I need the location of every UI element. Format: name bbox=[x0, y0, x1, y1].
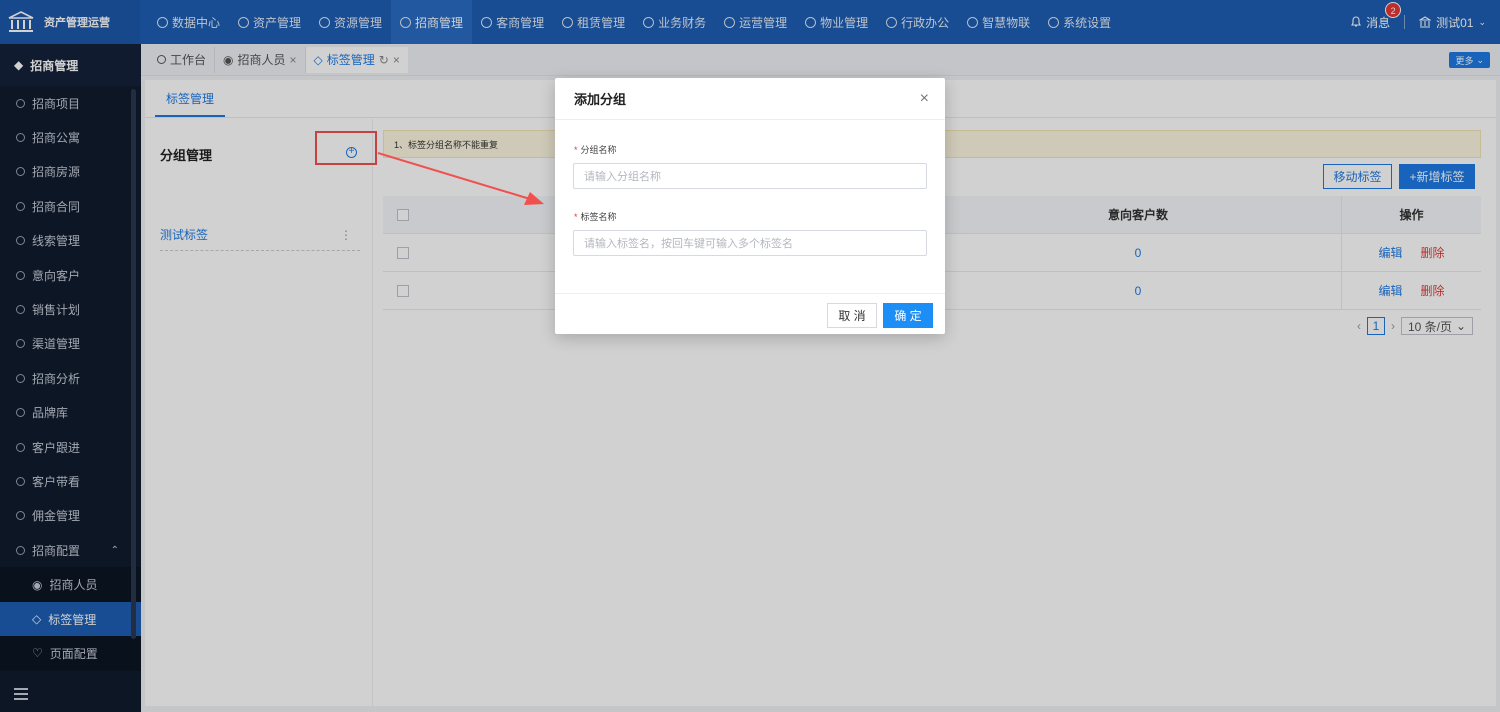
dialog-footer: 取 消 确 定 bbox=[555, 293, 945, 334]
tag-name-input[interactable]: 请输入标签名，按回车键可输入多个标签名 bbox=[573, 230, 927, 256]
field-label-text: 标签名称 bbox=[580, 212, 617, 222]
tag-name-label: * 标签名称 bbox=[574, 210, 617, 223]
add-group-dialog: 添加分组 × * 分组名称 请输入分组名称 * 标签名称 请输入标签名，按回车键可输… bbox=[555, 78, 945, 334]
cancel-button[interactable]: 取 消 bbox=[827, 303, 877, 328]
required-mark: * bbox=[574, 212, 578, 222]
required-mark: * bbox=[574, 145, 578, 155]
group-name-input[interactable]: 请输入分组名称 bbox=[573, 163, 927, 189]
group-name-label: * 分组名称 bbox=[574, 143, 617, 156]
confirm-button[interactable]: 确 定 bbox=[883, 303, 933, 328]
field-label-text: 分组名称 bbox=[580, 145, 617, 155]
dialog-header: 添加分组 × bbox=[555, 78, 945, 120]
dialog-title: 添加分组 bbox=[574, 92, 627, 107]
close-icon[interactable]: × bbox=[920, 90, 929, 108]
